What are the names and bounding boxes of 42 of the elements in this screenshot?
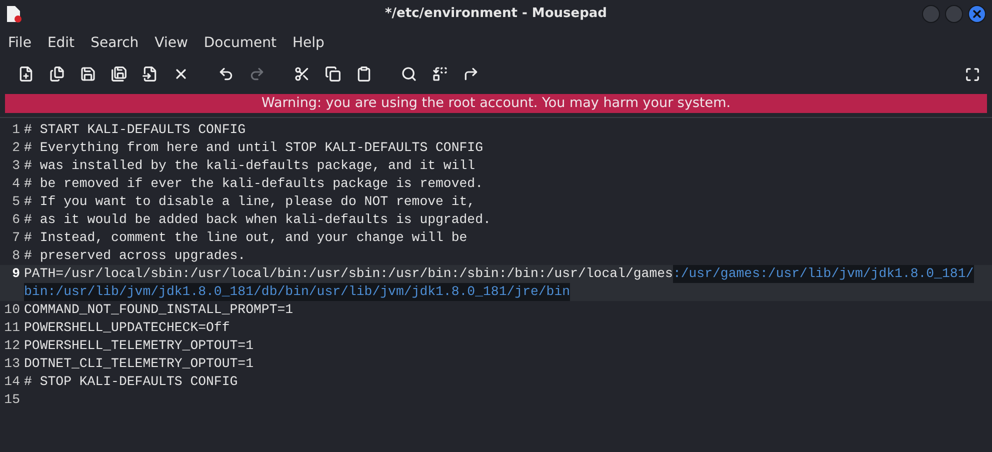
menu-item[interactable]: Edit <box>39 35 83 51</box>
line-number: 3 <box>11 157 21 175</box>
line-number: 1 <box>11 121 21 139</box>
app-icon <box>6 4 22 22</box>
line-number: 2 <box>11 139 21 157</box>
code-text: # preserved across upgrades. <box>24 247 246 265</box>
line-number: 13 <box>3 355 21 373</box>
window-title: */etc/environment - Mousepad <box>384 6 608 21</box>
line-number: 9 <box>11 265 21 283</box>
code-text: # STOP KALI-DEFAULTS CONFIG <box>24 373 238 391</box>
line-number: 10 <box>3 301 21 319</box>
code-text: COMMAND_NOT_FOUND_INSTALL_PROMPT=1 <box>24 301 294 319</box>
line-number: 7 <box>11 229 21 247</box>
code-text: DOTNET_CLI_TELEMETRY_OPTOUT=1 <box>24 355 254 373</box>
line-number: 15 <box>3 391 21 409</box>
menu-item[interactable]: Search <box>82 35 147 51</box>
line-number: 14 <box>3 373 21 391</box>
root-warning: Warning: you are using the root account. You may harm your system. <box>5 94 987 113</box>
menu-item[interactable]: Document <box>196 35 284 51</box>
selected-text: bin:/usr/lib/jvm/jdk1.8.0_181/db/bin/usr/lib/jvm/jdk1.8.0_181/jre/bin <box>24 283 570 301</box>
code-text: PATH=/usr/local/sbin:/usr/local/bin:/usr/sbin:/usr/bin:/sbin:/bin:/usr/local/games <box>24 265 673 283</box>
code-text: # as it would be added back when kali-defaults is upgraded. <box>24 211 491 229</box>
line-number: 8 <box>11 247 21 265</box>
menu-item[interactable]: Help <box>284 35 332 51</box>
code-text: POWERSHELL_UPDATECHECK=Off <box>24 319 230 337</box>
line-number: 4 <box>11 175 21 193</box>
menu-item[interactable]: View <box>146 35 196 51</box>
line-number: 12 <box>3 337 21 355</box>
menu-item[interactable]: File <box>0 35 40 51</box>
selected-text: :/usr/games:/usr/lib/jvm/jdk1.8.0_181/ <box>672 265 974 283</box>
close-icon <box>971 8 983 20</box>
close-button[interactable] <box>968 4 986 22</box>
line-number: 11 <box>3 319 21 337</box>
code-text: # If you want to disable a line, please do NOT remove it, <box>24 193 476 211</box>
code-text: # START KALI-DEFAULTS CONFIG <box>24 121 246 139</box>
code-text: # was installed by the kali-defaults package, and it will <box>24 157 476 175</box>
line-number: 6 <box>11 211 21 229</box>
code-text: # be removed if ever the kali-defaults package is removed. <box>24 175 483 193</box>
code-text: # Instead, comment the line out, and your change will be <box>24 229 468 247</box>
code-text: # Everything from here and until STOP KALI-DEFAULTS CONFIG <box>24 139 483 157</box>
code-text: POWERSHELL_TELEMETRY_OPTOUT=1 <box>24 337 254 355</box>
line-number: 5 <box>11 193 21 211</box>
